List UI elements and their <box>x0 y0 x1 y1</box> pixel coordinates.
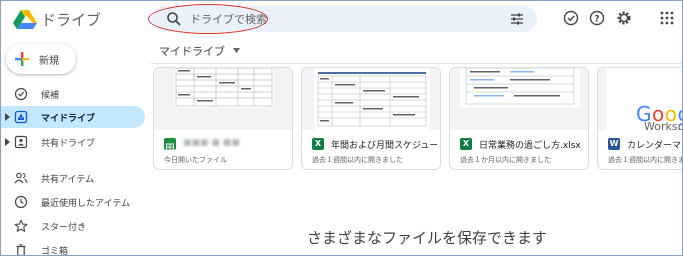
word-icon-letter: W <box>609 139 619 148</box>
star-icon <box>14 219 28 232</box>
file-card[interactable]: ■■■ ■ ■■ 今日開いたファイル <box>153 67 293 170</box>
new-button[interactable]: 新規 <box>6 44 76 74</box>
clock-icon <box>14 195 28 209</box>
file-title: 日常業務の過ごし方.xlsx <box>479 141 581 151</box>
drive-logo-icon[interactable] <box>13 9 37 29</box>
divider <box>151 63 682 64</box>
sidebar-item-label: 共有アイテム <box>41 175 95 185</box>
svg-text:?: ? <box>594 15 599 25</box>
file-card[interactable]: Google Workspace W カレンダーマニュ 過去１週間以内に開きまし… <box>597 67 682 170</box>
file-thumbnail <box>154 68 292 130</box>
gear-icon[interactable] <box>615 9 633 27</box>
file-card[interactable]: X 日常業務の過ごし方.xlsx 過去１か月以内に開きました <box>449 67 589 170</box>
sidebar-item-starred[interactable]: スター付き <box>1 215 145 237</box>
thumbnail-workspace-text: Workspace <box>644 120 682 130</box>
sidebar-item-my-drive[interactable]: マイドライブ <box>1 106 145 128</box>
empty-state-text: さまざまなファイルを保存できます <box>307 229 548 247</box>
sidebar-item-label: 最近使用したアイテム <box>41 199 131 209</box>
file-thumbnail <box>450 68 588 130</box>
sidebar-item-label: ゴミ箱 <box>41 247 69 256</box>
excel-icon-letter: X <box>314 139 322 148</box>
sidebar-item-label: マイドライブ <box>41 114 96 124</box>
plus-icon <box>15 52 29 66</box>
sidebar-item-recent[interactable]: 最近使用したアイテム <box>1 191 145 213</box>
file-card[interactable]: X 年間および月間スケジュー 過去１週間以内に開きました <box>301 67 441 170</box>
new-button-label: 新規 <box>39 56 59 67</box>
sidebar-item-label: 共有ドライブ <box>41 139 96 149</box>
expand-caret-icon[interactable] <box>5 138 10 146</box>
doc-page: Google Workspace <box>606 68 682 130</box>
file-subtitle: 過去１か月以内に開きました <box>460 156 551 164</box>
sidebar-item-suggested[interactable]: 候補 <box>1 83 145 105</box>
file-thumbnail: Google Workspace <box>598 68 682 130</box>
file-subtitle: 今日開いたファイル <box>164 156 227 164</box>
help-icon[interactable]: ? <box>588 9 606 27</box>
apps-grid-icon[interactable] <box>658 9 676 27</box>
shared-drive-icon <box>14 135 28 149</box>
search-icon[interactable] <box>166 11 182 27</box>
file-subtitle: 過去１週間以内に開きました <box>312 156 403 164</box>
file-thumbnail <box>302 68 440 130</box>
excel-icon: X <box>460 138 472 150</box>
header: ドライブ ? <box>1 1 682 37</box>
check-circle-icon <box>14 87 28 101</box>
sidebar-item-shared-with-me[interactable]: 共有アイテム <box>1 167 145 189</box>
sidebar-item-trash[interactable]: ゴミ箱 <box>1 239 145 256</box>
chevron-down-icon[interactable] <box>233 48 240 53</box>
drive-icon <box>14 110 28 124</box>
sidebar-item-label: 候補 <box>41 91 60 101</box>
excel-icon: X <box>312 138 324 150</box>
expand-caret-icon[interactable] <box>5 113 10 121</box>
sidebar-item-shared-drives[interactable]: 共有ドライブ <box>1 131 145 153</box>
file-title: カレンダーマニュ <box>627 141 682 151</box>
file-title: ■■■ ■ ■■ <box>183 138 240 148</box>
app-title[interactable]: ドライブ <box>41 9 101 30</box>
search-bar[interactable] <box>152 6 537 32</box>
sheets-icon <box>164 138 176 151</box>
search-input[interactable] <box>190 10 490 28</box>
drive-window: ドライブ ? <box>0 0 683 256</box>
excel-icon-letter: X <box>462 139 470 148</box>
trash-icon <box>16 244 26 255</box>
file-title: 年間および月間スケジュー <box>331 141 437 151</box>
check-circle-icon[interactable] <box>562 9 580 27</box>
search-options-icon[interactable] <box>509 11 525 27</box>
people-icon <box>14 172 28 184</box>
file-subtitle: 過去１週間以内に開きました <box>608 156 682 164</box>
word-icon: W <box>608 138 620 150</box>
breadcrumb[interactable]: マイドライブ <box>159 43 225 59</box>
sidebar-item-label: スター付き <box>41 223 87 233</box>
